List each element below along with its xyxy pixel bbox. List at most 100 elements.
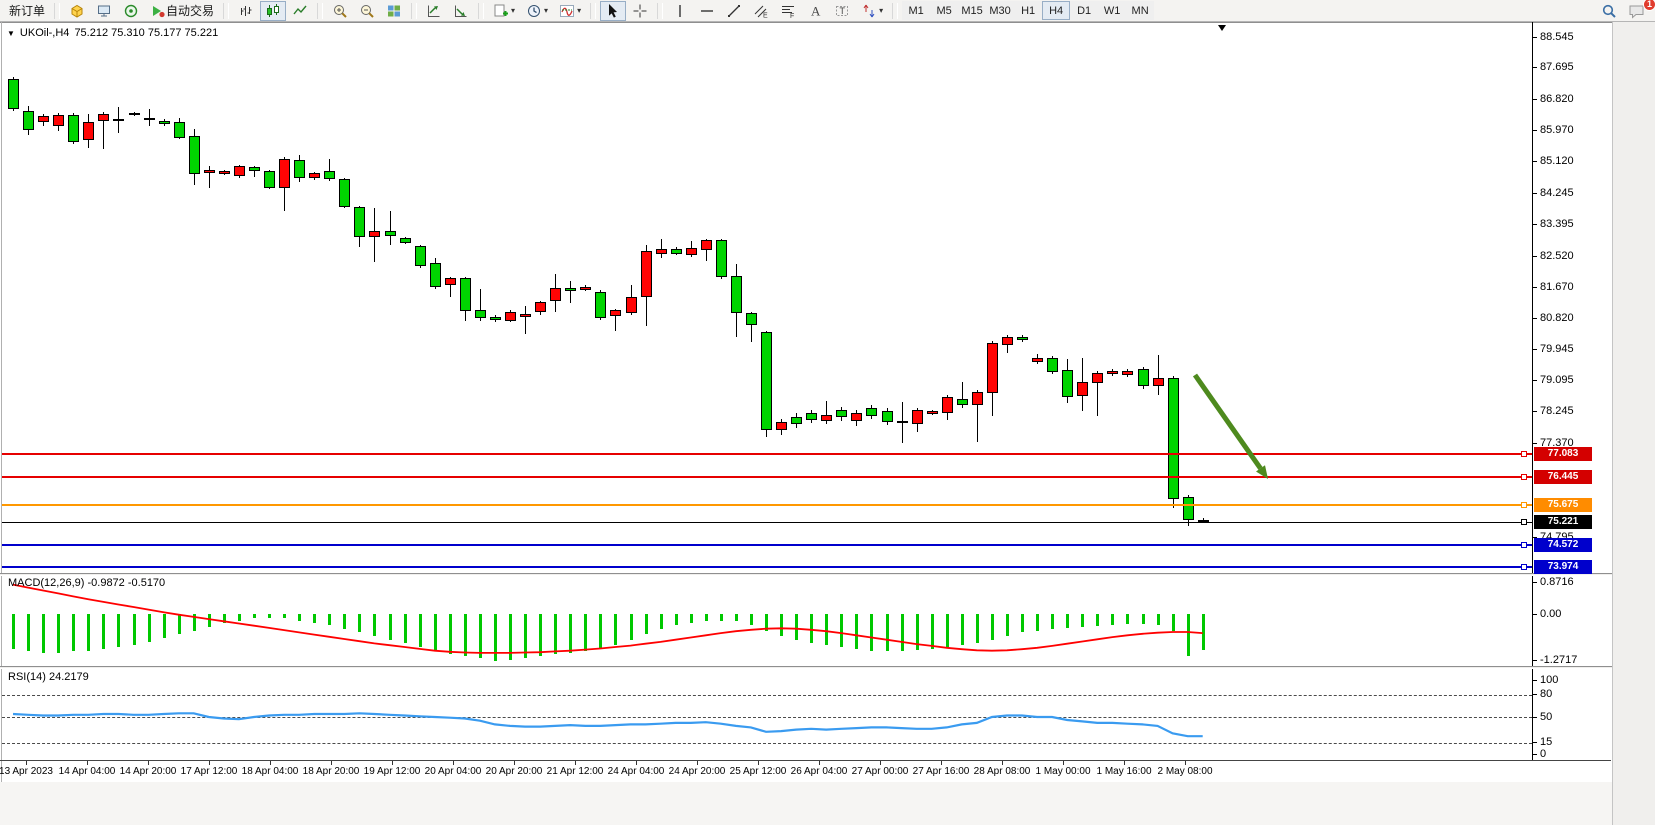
line-handle[interactable] [1521,542,1527,548]
macd-histogram-bar [373,614,376,636]
time-tick [697,761,698,765]
autotrade-button[interactable]: 自动交易 [145,1,219,21]
timeframe-h4-button[interactable]: H4 [1042,1,1070,20]
macd-histogram-bar [1111,614,1114,625]
crosshair-tool-button[interactable] [627,1,653,21]
profile-save-button[interactable] [448,1,474,21]
macd-histogram-bar [102,614,105,649]
horizontal-line-76.445[interactable] [2,476,1532,478]
navigator-button[interactable] [118,1,144,21]
bar-chart-button[interactable] [233,1,259,21]
market-watch-button[interactable] [64,1,90,21]
time-tick [1002,761,1003,765]
data-window-button[interactable] [91,1,117,21]
candle-body [520,314,531,317]
horizontal-line-75.675[interactable] [2,504,1532,506]
candle-body [1168,378,1179,499]
horizontal-line-tool-button[interactable] [694,1,720,21]
arrows-tool-button[interactable]: ▾ [856,1,888,21]
chat-button[interactable]: 1 [1623,1,1651,21]
macd-histogram-bar [57,614,60,653]
candle-body [866,408,877,416]
fibonacci-tool-button[interactable]: F [775,1,801,21]
timeframe-w1-button[interactable]: W1 [1098,1,1126,20]
macd-histogram-bar [253,614,256,618]
vertical-line-tool-button[interactable] [667,1,693,21]
time-tick [209,761,210,765]
period-button[interactable]: ▾ [521,1,553,21]
candle-body [1092,373,1103,383]
profile-chart-icon [426,3,442,19]
macd-histogram-bar [178,614,181,634]
horizontal-line-73.974[interactable] [2,566,1532,568]
price-tick [1533,130,1537,131]
macd-pane-splitter[interactable] [0,573,1612,576]
price-tick [1533,411,1537,412]
rsi-pane-splitter[interactable] [0,666,1612,669]
macd-histogram-bar [675,614,678,625]
profile-chart-button[interactable] [421,1,447,21]
candle-wick [1158,355,1159,395]
current-candle-marker-icon [1218,25,1226,31]
trendline-tool-button[interactable] [721,1,747,21]
macd-histogram-bar [931,614,934,649]
candle-body [249,167,260,171]
indicators-button[interactable]: ▾ [554,1,586,21]
line-handle[interactable] [1521,451,1527,457]
line-handle[interactable] [1521,519,1527,525]
macd-histogram-bar [840,614,843,647]
timeframe-h1-button[interactable]: H1 [1014,1,1042,20]
line-handle[interactable] [1521,474,1527,480]
time-tick [575,761,576,765]
search-button[interactable] [1596,1,1622,21]
timeframe-d1-button[interactable]: D1 [1070,1,1098,20]
timeframe-m30-button[interactable]: M30 [986,1,1014,20]
crosshair-icon [632,3,648,19]
timeframe-mn-button[interactable]: MN [1126,1,1154,20]
macd-histogram-bar [554,614,557,654]
candle-body [339,179,350,207]
price-badge: 73.974 [1534,560,1592,574]
candle-body [851,413,862,420]
cursor-tool-button[interactable] [600,1,626,21]
chart-top-border [0,22,1612,23]
text-tool-button[interactable]: A [802,1,828,21]
macd-histogram-bar [42,614,45,653]
candlestick-chart-button[interactable] [260,1,286,21]
macd-histogram-bar [901,614,904,651]
macd-histogram-bar [599,614,602,649]
line-handle[interactable] [1521,502,1527,508]
zoom-out-button[interactable] [354,1,380,21]
candle-body [144,118,155,121]
timeframe-m5-button[interactable]: M5 [930,1,958,20]
horizontal-line-77.083[interactable] [2,453,1532,455]
channel-tool-button[interactable]: E [748,1,774,21]
chart-title-row: ▼ UKOil-,H4 75.212 75.310 75.177 75.221 [7,27,218,39]
zoom-in-icon [332,3,348,19]
rsi-level-line [2,695,1532,696]
new-chart-button[interactable]: ▾ [488,1,520,21]
candle-body [595,292,606,319]
horizontal-line-74.572[interactable] [2,544,1532,546]
horizontal-line-75.221[interactable] [2,522,1532,523]
timeframe-m15-button[interactable]: M15 [958,1,986,20]
zoom-in-button[interactable] [327,1,353,21]
rsi-level-line [2,717,1532,718]
time-tick [941,761,942,765]
macd-axis-tick [1533,614,1537,615]
timeframe-m1-button[interactable]: M1 [902,1,930,20]
time-axis-label: 20 Apr 20:00 [486,766,543,777]
time-tick [148,761,149,765]
macd-histogram-bar [358,614,361,632]
tile-windows-button[interactable] [381,1,407,21]
symbol-dropdown-icon[interactable]: ▼ [7,29,15,38]
new-order-button[interactable]: 新订单 [4,1,50,21]
candle-body [1107,371,1118,374]
line-chart-button[interactable] [287,1,313,21]
line-handle[interactable] [1521,564,1527,570]
trend-arrow-annotation[interactable] [1195,375,1268,479]
rsi-indicator-label: RSI(14) 24.2179 [8,671,89,683]
macd-signal-value: -0.5170 [128,577,165,589]
label-tool-button[interactable]: T [829,1,855,21]
candle-wick [525,306,526,334]
